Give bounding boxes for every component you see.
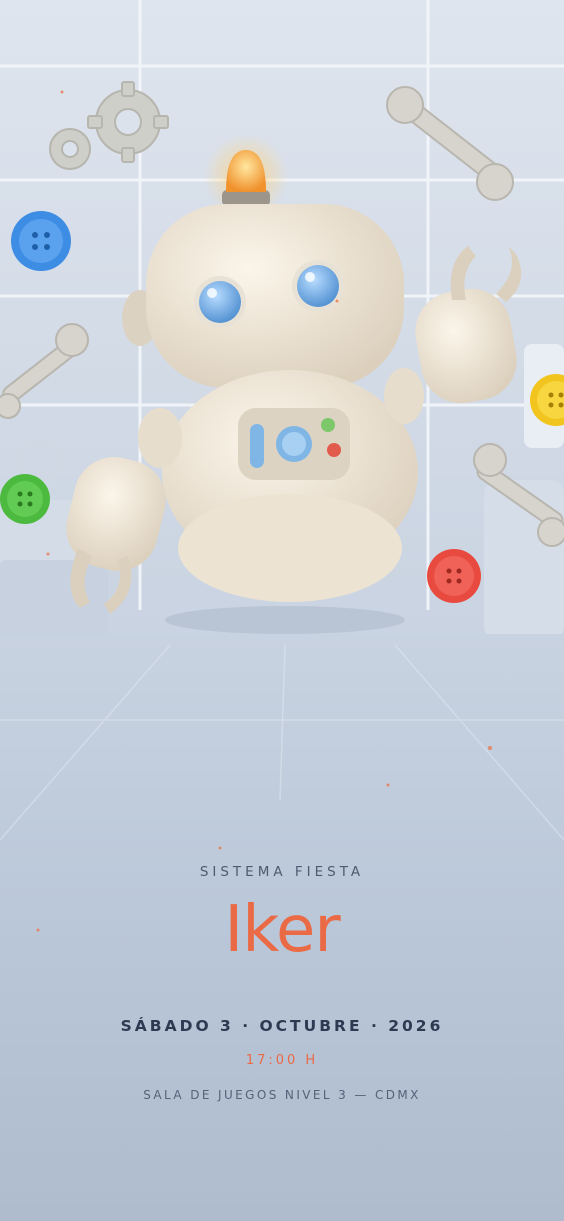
event-venue: SALA DE JUEGOS NIVEL 3 — CDMX	[143, 1088, 421, 1102]
event-date: SÁBADO 3 · OCTUBRE · 2026	[120, 1017, 444, 1035]
event-eyebrow: SISTEMA FIESTA	[199, 864, 365, 880]
button-icon	[11, 211, 71, 271]
event-time: 17:00 H	[245, 1053, 319, 1068]
scene-illustration	[0, 0, 564, 1221]
celebrant-name: Iker	[224, 893, 340, 967]
